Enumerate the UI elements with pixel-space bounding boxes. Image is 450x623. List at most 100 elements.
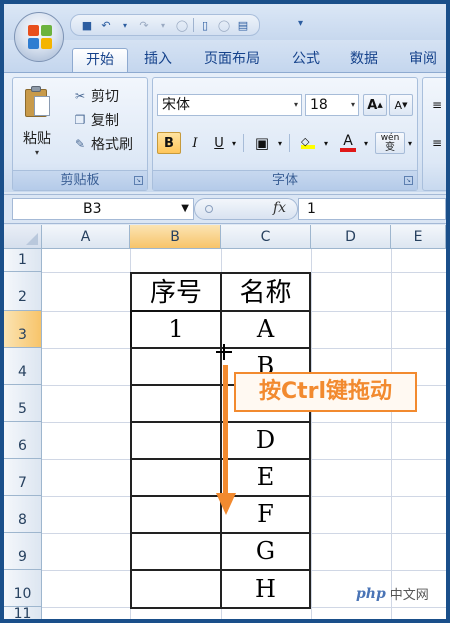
font-size-select[interactable]: 18 ▾ <box>305 94 359 116</box>
font-color-button[interactable]: A <box>335 132 361 154</box>
cell-c9[interactable]: G <box>220 532 311 571</box>
cell-b7[interactable] <box>130 458 222 497</box>
office-button[interactable] <box>14 12 64 62</box>
row-header-9[interactable]: 9 <box>4 533 42 570</box>
separator <box>289 134 290 152</box>
shrink-font-button[interactable]: A ▼ <box>389 94 413 116</box>
column-header-b[interactable]: B <box>130 225 221 249</box>
column-header-a[interactable]: A <box>42 225 130 249</box>
undo-icon[interactable]: ↶ <box>98 17 114 33</box>
tab-formulas[interactable]: 公式 <box>282 48 330 72</box>
fill-handle-cursor-icon[interactable] <box>216 344 232 360</box>
row-header-10[interactable]: 10 <box>4 570 42 607</box>
gridline <box>311 249 312 619</box>
cell-b8[interactable] <box>130 495 222 534</box>
cell-c6[interactable]: D <box>220 421 311 460</box>
name-box[interactable]: B3 ▼ <box>12 198 194 220</box>
drag-arrow-head-icon <box>216 493 236 515</box>
column-header-e[interactable]: E <box>391 225 446 249</box>
cut-button[interactable]: ✂ 剪切 <box>73 86 119 106</box>
copy-label: 复制 <box>91 113 119 129</box>
cell-b6[interactable] <box>130 421 222 460</box>
select-all-button[interactable] <box>4 225 42 249</box>
cell-c7[interactable]: E <box>220 458 311 497</box>
cell-b4[interactable] <box>130 347 222 386</box>
cell-b10[interactable] <box>130 569 222 609</box>
column-header-c[interactable]: C <box>221 225 311 249</box>
paste-button[interactable]: 粘贴 <box>23 128 51 148</box>
font-size-value: 18 <box>310 97 328 113</box>
new-document-icon[interactable]: ▯ <box>197 17 213 33</box>
copy-icon: ❐ <box>74 113 86 127</box>
tab-page-layout[interactable]: 页面布局 <box>194 48 270 72</box>
borders-dropdown-icon[interactable]: ▾ <box>275 132 285 154</box>
formula-bar: B3 ▼ fx 1 <box>4 194 446 224</box>
row-header-6[interactable]: 6 <box>4 422 42 459</box>
font-dialog-launcher-icon[interactable]: ↘ <box>404 176 413 185</box>
redo-dropdown-icon[interactable]: ▾ <box>155 17 171 33</box>
form-icon[interactable]: ▤ <box>235 17 251 33</box>
column-header-d[interactable]: D <box>311 225 391 249</box>
formula-area: fx 1 <box>194 198 446 220</box>
font-color-dropdown-icon[interactable]: ▾ <box>361 132 371 154</box>
underline-button[interactable]: U <box>209 132 229 154</box>
customize-quick-access-icon[interactable]: ▾ <box>298 18 303 29</box>
phonetic-guide-button[interactable]: wén 变 <box>375 132 405 154</box>
align-left-icon[interactable]: ≡ <box>427 132 446 154</box>
cell-c2[interactable]: 名称 <box>220 272 311 312</box>
php-logo: php <box>356 585 386 602</box>
undo-dropdown-icon[interactable]: ▾ <box>117 17 133 33</box>
stop-icon[interactable]: ◯ <box>174 17 190 33</box>
worksheet[interactable]: A B C D E 1 2 3 4 5 6 7 8 9 10 11 序号 名称 … <box>4 225 446 619</box>
row-header-8[interactable]: 8 <box>4 496 42 533</box>
format-painter-button[interactable]: ✎ 格式刷 <box>73 134 133 154</box>
row-header-1[interactable]: 1 <box>4 249 42 272</box>
cancel-icon[interactable] <box>205 205 213 213</box>
copy-button[interactable]: ❐ 复制 <box>73 110 119 130</box>
row-header-7[interactable]: 7 <box>4 459 42 496</box>
cell-c3[interactable]: A <box>220 310 311 349</box>
paste-icon[interactable] <box>25 86 51 118</box>
cell-b3[interactable]: 1 <box>130 310 222 349</box>
italic-button[interactable]: I <box>183 132 207 154</box>
tab-home[interactable]: 开始 <box>72 48 128 72</box>
row-header-11[interactable]: 11 <box>4 607 42 619</box>
print-preview-icon[interactable]: ◯ <box>216 17 232 33</box>
fill-color-icon[interactable]: ◇ <box>295 132 321 154</box>
fill-color-dropdown-icon[interactable]: ▾ <box>321 132 331 154</box>
tab-review[interactable]: 审阅 <box>400 48 446 72</box>
row-header-2[interactable]: 2 <box>4 272 42 311</box>
borders-icon[interactable]: ▣ <box>249 132 275 154</box>
insert-function-icon[interactable]: fx <box>273 200 286 216</box>
cell-c10[interactable]: H <box>220 569 311 609</box>
redo-icon[interactable]: ↷ <box>136 17 152 33</box>
paste-dropdown-icon[interactable]: ▾ <box>35 148 39 157</box>
bold-button[interactable]: B <box>157 132 181 154</box>
clipboard-dialog-launcher-icon[interactable]: ↘ <box>134 176 143 185</box>
clipboard-group: 粘贴 ▾ ✂ 剪切 ❐ 复制 ✎ 格式刷 剪贴板 ↘ <box>12 77 148 191</box>
row-header-5[interactable]: 5 <box>4 385 42 422</box>
chevron-down-icon: ▾ <box>350 100 355 109</box>
row-header-4[interactable]: 4 <box>4 348 42 385</box>
font-name-select[interactable]: 宋体 ▾ <box>157 94 302 116</box>
phonetic-dropdown-icon[interactable]: ▾ <box>405 132 415 154</box>
save-icon[interactable]: ■ <box>79 17 95 33</box>
underline-dropdown-icon[interactable]: ▾ <box>229 132 239 154</box>
cell-b9[interactable] <box>130 532 222 571</box>
grow-font-button[interactable]: A ▲ <box>363 94 387 116</box>
formula-input[interactable]: 1 <box>298 198 446 220</box>
chevron-down-icon: ▼ <box>181 203 189 214</box>
tab-insert[interactable]: 插入 <box>134 48 182 72</box>
name-box-value: B3 <box>83 201 102 217</box>
cell-b5[interactable] <box>130 384 222 423</box>
cell-b2[interactable]: 序号 <box>130 272 222 312</box>
row-header-3[interactable]: 3 <box>4 311 42 348</box>
annotation-callout: 按Ctrl键拖动 <box>234 372 417 412</box>
office-logo-icon <box>28 25 52 49</box>
align-top-icon[interactable]: ≡ <box>427 94 446 116</box>
qa-separator <box>193 18 194 32</box>
tab-data[interactable]: 数据 <box>340 48 388 72</box>
drag-arrow-line <box>223 365 228 500</box>
separator <box>243 134 244 152</box>
quick-access-toolbar: ■ ↶ ▾ ↷ ▾ ◯ ▯ ◯ ▤ <box>70 14 260 36</box>
